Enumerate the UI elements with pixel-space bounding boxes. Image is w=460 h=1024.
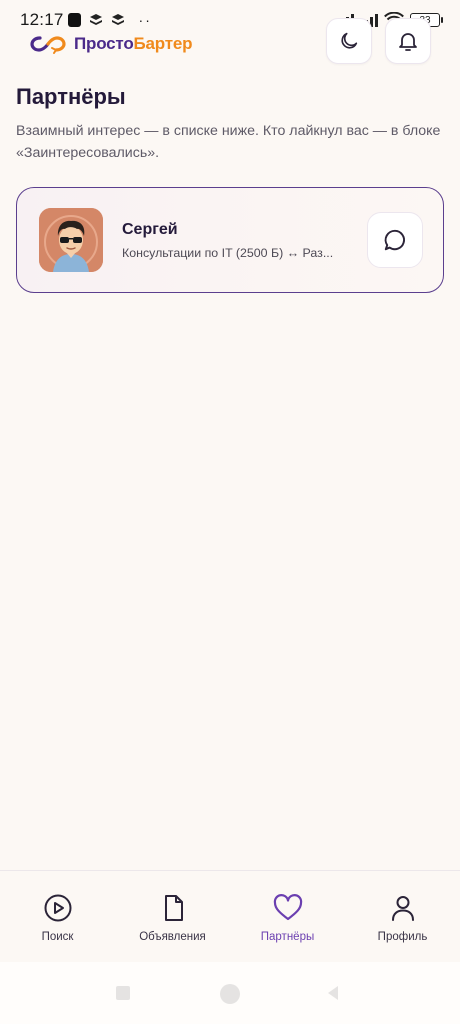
recent-apps-icon[interactable] — [114, 984, 132, 1002]
system-nav-bar — [0, 962, 460, 1024]
nav-item-partners[interactable]: Партнёры — [230, 871, 345, 962]
back-icon[interactable] — [324, 984, 342, 1002]
app-notification-icon — [67, 13, 81, 27]
chat-bubble-icon — [384, 229, 405, 251]
nav-label: Поиск — [41, 931, 74, 943]
notifications-button[interactable] — [385, 18, 431, 64]
home-icon[interactable] — [218, 982, 242, 1006]
layers-icon — [111, 14, 124, 25]
partner-card[interactable]: Сергей Консультации по IT (2500 Б) ↔ Раз… — [16, 187, 444, 293]
heart-icon — [273, 894, 302, 921]
app-logo[interactable]: ПростоБартер — [30, 32, 193, 56]
nav-item-listings[interactable]: Объявления — [115, 871, 230, 962]
app-header: ПростоБартер — [0, 18, 460, 74]
app-name: ПростоБартер — [74, 34, 193, 54]
theme-toggle-button[interactable] — [326, 18, 372, 64]
nav-label: Партнёры — [260, 931, 315, 943]
avatar-with-sunglasses-icon — [39, 208, 103, 272]
app-name-part2: Бартер — [133, 34, 193, 53]
nav-item-profile[interactable]: Профиль — [345, 871, 460, 962]
play-circle-icon — [44, 894, 71, 922]
bell-icon — [399, 33, 417, 51]
moon-icon — [341, 32, 358, 49]
page-title: Партнёры — [16, 84, 126, 109]
avatar[interactable] — [39, 208, 103, 272]
partner-description: Консультации по IT (2500 Б) ↔ Раз... — [122, 246, 334, 260]
bottom-nav: Поиск Объявления Партнёры Профиль — [0, 870, 460, 962]
chat-button[interactable] — [367, 212, 423, 268]
person-icon — [391, 896, 414, 921]
layers-icon — [89, 14, 102, 25]
nav-item-search[interactable]: Поиск — [0, 871, 115, 962]
infinity-logo-icon — [30, 36, 66, 54]
document-icon — [164, 895, 183, 921]
nav-label: Объявления — [139, 931, 206, 943]
partner-name: Сергей — [122, 221, 178, 238]
page-subtitle: Взаимный интерес — в списке ниже. Кто ла… — [16, 123, 441, 161]
nav-label: Профиль — [377, 931, 428, 943]
app-name-part1: Просто — [74, 34, 134, 53]
